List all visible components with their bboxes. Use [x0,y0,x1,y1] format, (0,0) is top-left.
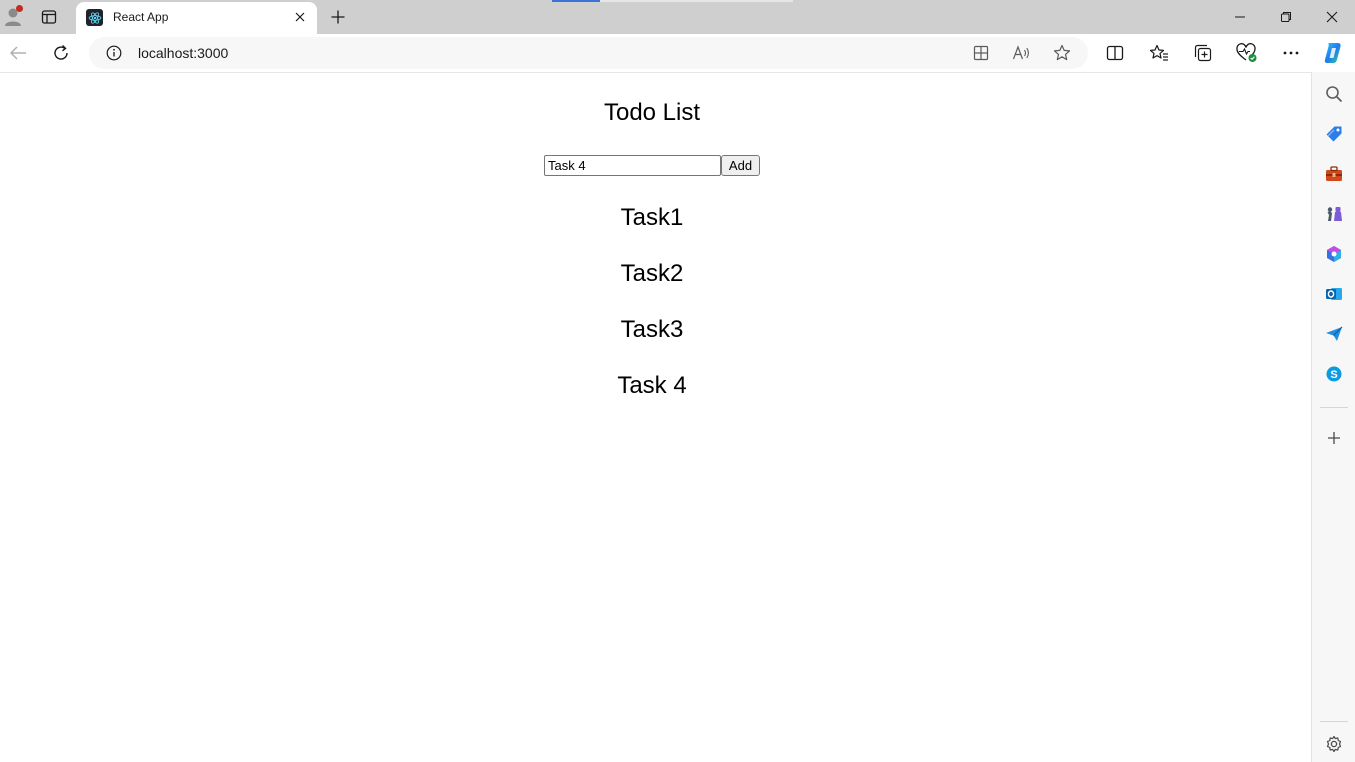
browser-title-bar: React App [0,0,1355,34]
sidebar-divider [1320,721,1348,722]
apps-icon [973,45,989,61]
react-logo-icon [86,9,103,26]
browser-tab-active[interactable]: React App [76,2,317,34]
todo-form: Add [544,155,760,176]
todo-list: Task1 Task2 Task3 Task 4 [0,201,1304,425]
notification-dot [16,5,23,12]
app-available-button[interactable] [971,43,991,63]
gear-icon [1326,735,1342,753]
address-bar[interactable]: localhost:3000 [89,37,1088,69]
sidebar-divider [1320,407,1348,408]
window-close-button[interactable] [1318,4,1346,30]
loading-indicator-track [600,0,793,2]
sidebar-outlook-button[interactable] [1323,283,1345,305]
tab-close-button[interactable] [291,8,309,26]
refresh-icon [54,44,68,60]
refresh-button[interactable] [47,39,75,67]
sidebar-skype-button[interactable]: S [1323,363,1345,385]
svg-text:S: S [1330,369,1337,381]
microsoft365-icon [1327,246,1341,262]
games-icon [1327,207,1342,221]
tab-actions-button[interactable] [36,5,62,29]
collections-button[interactable] [1191,41,1215,65]
sidebar-games-button[interactable] [1323,203,1345,225]
more-icon [1283,51,1299,55]
star-icon [1053,44,1071,61]
todo-item: Task2 [620,260,684,287]
search-icon [1326,86,1343,103]
split-screen-button[interactable] [1103,41,1127,65]
collections-icon [1194,44,1212,62]
close-icon [1326,11,1338,23]
browser-essentials-button[interactable] [1235,41,1259,65]
favorite-button[interactable] [1052,43,1072,63]
tab-actions-icon [41,10,57,24]
copilot-icon [1324,43,1341,63]
restore-button[interactable] [1272,4,1300,30]
back-button[interactable] [4,39,32,67]
browser-toolbar: localhost:3000 [0,34,1355,72]
back-arrow-icon [9,46,26,60]
copilot-button[interactable] [1321,41,1345,65]
new-tab-button[interactable] [326,5,350,29]
tab-title: React App [113,10,169,24]
edge-sidebar: S [1311,72,1355,762]
restore-icon [1281,12,1291,22]
sidebar-send-button[interactable] [1323,323,1345,345]
todo-item: Task1 [620,204,684,231]
sidebar-shopping-button[interactable] [1323,123,1345,145]
info-icon [106,45,122,61]
todo-item: Task3 [620,316,684,343]
toolbox-icon [1326,166,1342,181]
add-button[interactable]: Add [721,155,760,176]
settings-and-more-button[interactable] [1279,41,1303,65]
todo-item: Task 4 [617,372,687,399]
site-info-button[interactable] [105,44,123,62]
plus-icon [1328,432,1340,444]
page-viewport: Todo List Add Task1 Task2 Task3 Task 4 [0,72,1311,762]
favorites-icon [1149,44,1168,61]
sidebar-add-button[interactable] [1323,427,1345,449]
url-text[interactable]: localhost:3000 [138,45,228,61]
sidebar-settings-button[interactable] [1323,733,1345,755]
plus-icon [331,10,345,24]
read-aloud-button[interactable] [1011,43,1031,63]
outlook-icon [1326,288,1342,300]
favorites-button[interactable] [1147,41,1171,65]
shopping-tag-icon [1326,126,1342,142]
sidebar-tools-button[interactable] [1323,163,1345,185]
read-aloud-icon [1012,45,1029,60]
heart-pulse-icon [1236,43,1257,62]
loading-indicator [552,0,600,2]
minimize-icon [1235,16,1245,18]
todo-input[interactable] [544,155,721,176]
sidebar-microsoft365-button[interactable] [1323,243,1345,265]
skype-icon: S [1326,366,1342,382]
send-icon [1326,326,1343,341]
close-icon [295,12,305,22]
minimize-button[interactable] [1226,4,1254,30]
split-screen-icon [1106,45,1124,61]
sidebar-search-button[interactable] [1323,83,1345,105]
page-title: Todo List [603,99,701,126]
